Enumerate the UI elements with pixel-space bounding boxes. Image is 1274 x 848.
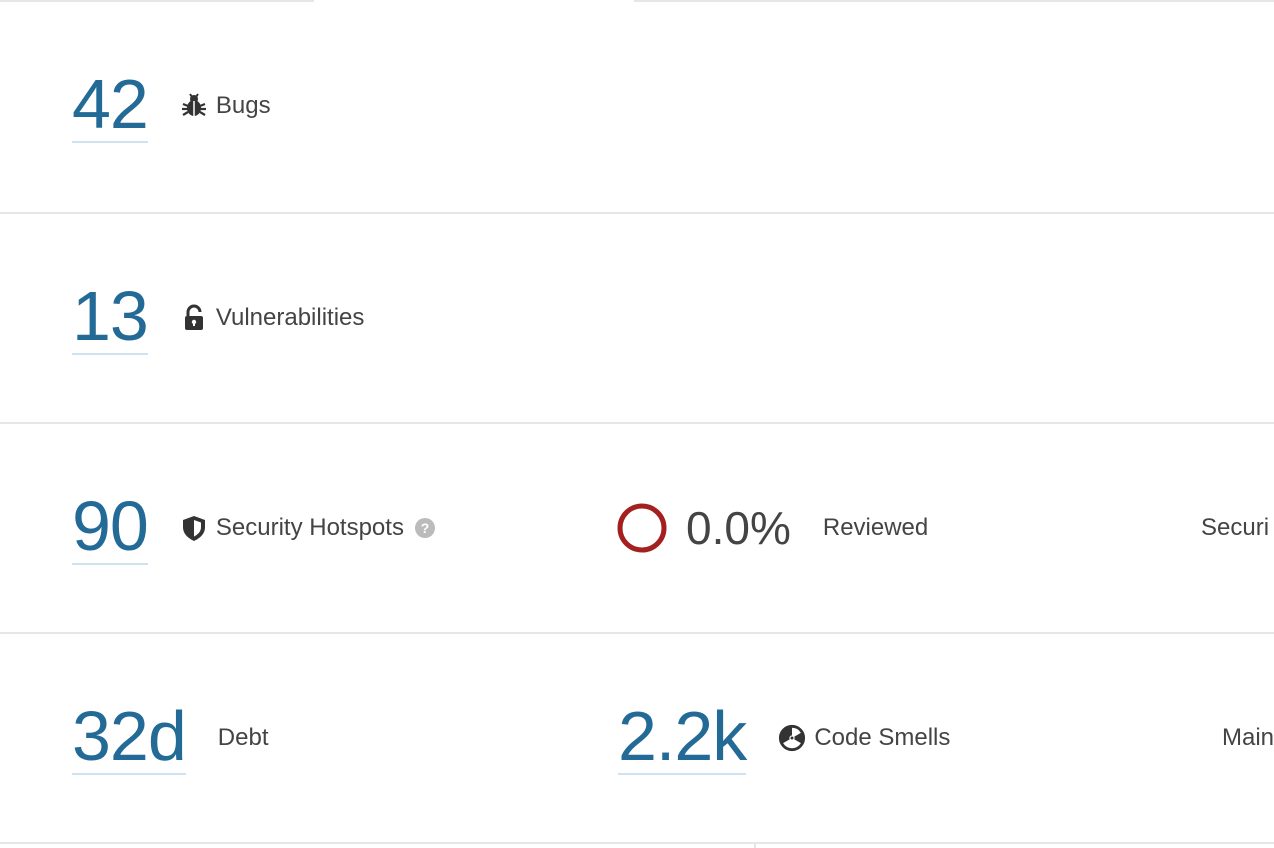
debt-metric: 32d Debt	[72, 698, 269, 778]
bug-icon	[180, 92, 208, 120]
bottom-border	[0, 842, 754, 844]
bugs-metric: 42 Bugs	[72, 66, 271, 146]
measures-overview: 42 Bugs 13 Vulnerabilities 90 Security H…	[0, 0, 1274, 848]
reviewed-label: Reviewed	[822, 514, 929, 541]
reviewed-value: 0.0%	[686, 502, 791, 554]
vulnerabilities-metric: 13 Vulnerabilities	[72, 278, 364, 358]
radiation-icon	[778, 724, 806, 752]
maintainability-row: 32d Debt 2.2k Code Smells Main	[0, 634, 1274, 844]
hotspots-label: Security Hotspots	[215, 514, 404, 541]
shield-icon	[180, 514, 208, 542]
maintainability-rating-label: Main	[1222, 724, 1274, 751]
unlock-icon	[180, 304, 208, 332]
help-icon[interactable]: ?	[414, 517, 436, 539]
vulnerabilities-value-link[interactable]: 13	[72, 281, 149, 355]
bottom-divider	[754, 842, 756, 848]
hotspots-row: 90 Security Hotspots ? 0.0% Reviewed Sec…	[0, 424, 1274, 634]
debt-value-link[interactable]: 32d	[72, 701, 187, 775]
hotspots-reviewed-metric: 0.0% Reviewed	[616, 488, 928, 568]
svg-text:?: ?	[421, 520, 430, 536]
bugs-row: 42 Bugs	[0, 2, 1274, 214]
vulnerabilities-row: 13 Vulnerabilities	[0, 214, 1274, 424]
code-smells-value-link[interactable]: 2.2k	[618, 701, 747, 775]
hotspots-metric: 90 Security Hotspots ?	[72, 488, 436, 568]
security-rating-label: Securi	[1201, 514, 1270, 541]
code-smells-label: Code Smells	[814, 724, 951, 751]
debt-label: Debt	[217, 724, 269, 751]
ring-icon	[616, 502, 668, 554]
code-smells-metric: 2.2k Code Smells	[618, 698, 950, 778]
vulnerabilities-label: Vulnerabilities	[215, 304, 365, 331]
hotspots-value-link[interactable]: 90	[72, 491, 149, 565]
bugs-label: Bugs	[215, 92, 271, 119]
bugs-value-link[interactable]: 42	[72, 69, 149, 143]
